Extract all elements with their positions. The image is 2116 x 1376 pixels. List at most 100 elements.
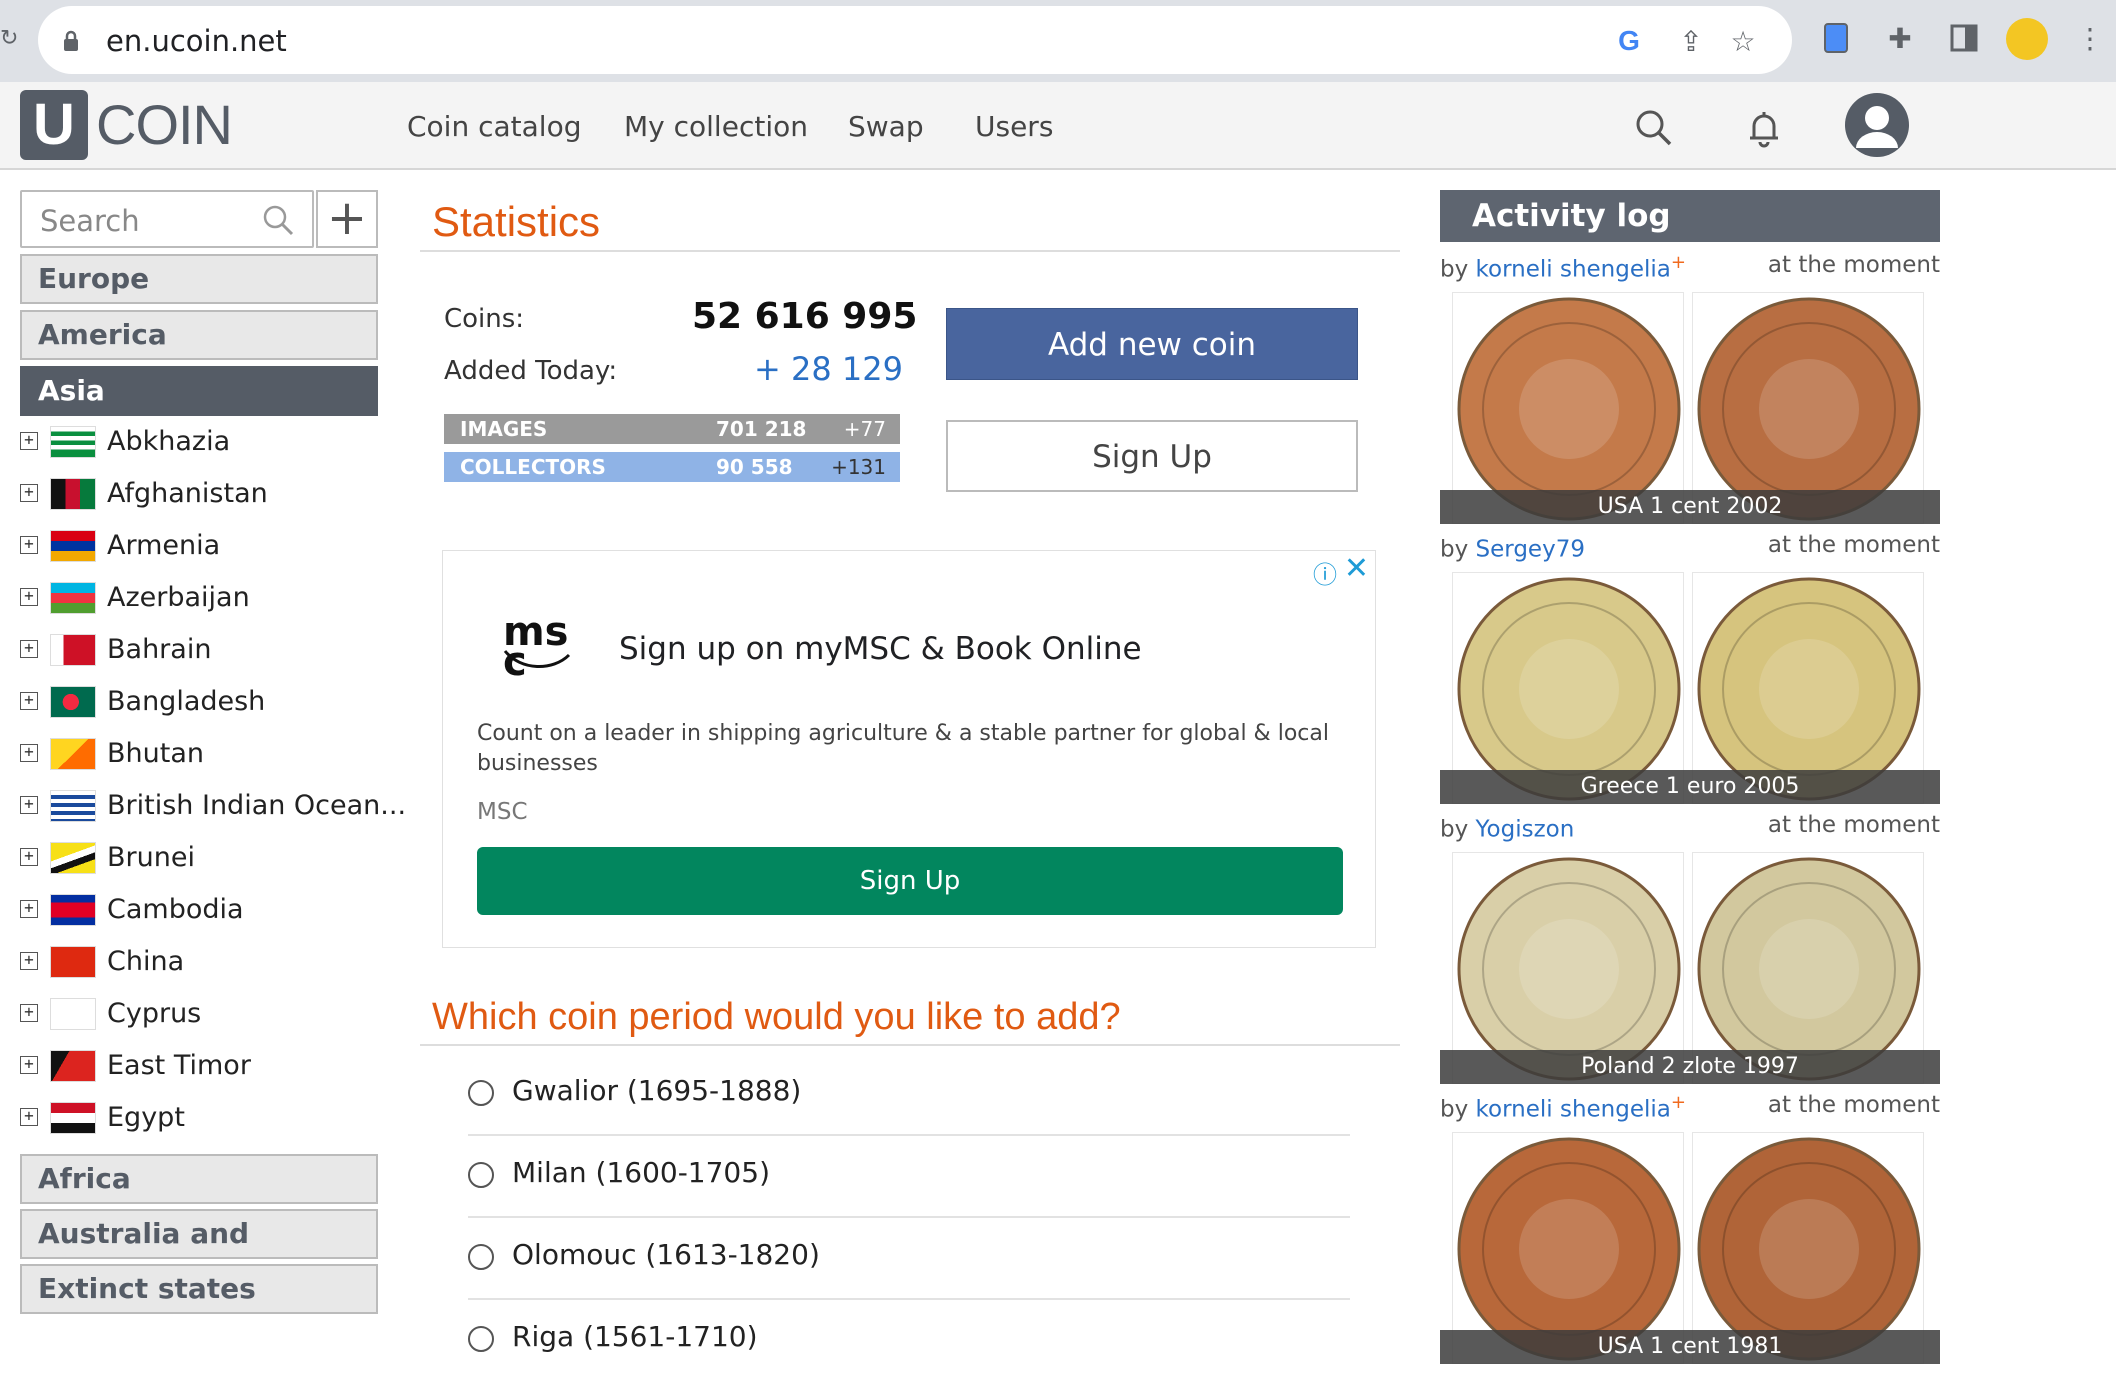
period-label[interactable]: Riga (1561-1710): [512, 1320, 758, 1353]
bell-icon[interactable]: [1740, 104, 1788, 152]
expand-icon[interactable]: +: [20, 588, 38, 606]
search-input[interactable]: Search: [20, 190, 314, 248]
activity-user-link[interactable]: Sergey79: [1476, 537, 1585, 563]
country-name[interactable]: Egypt: [107, 1102, 185, 1133]
expand-icon[interactable]: +: [20, 848, 38, 866]
search-icon[interactable]: [1630, 104, 1678, 152]
images-delta: +77: [843, 417, 886, 441]
country-item[interactable]: + Azerbaijan: [20, 576, 380, 620]
period-option[interactable]: Olomouc (1613-1820): [468, 1218, 1350, 1300]
period-option[interactable]: Milan (1600-1705): [468, 1136, 1350, 1218]
star-icon[interactable]: ☆: [1726, 24, 1760, 58]
country-item[interactable]: + Egypt: [20, 1096, 380, 1140]
share-icon[interactable]: ⇪: [1674, 24, 1708, 58]
magnifier-icon[interactable]: [260, 202, 296, 238]
expand-icon[interactable]: +: [20, 900, 38, 918]
period-label[interactable]: Gwalior (1695-1888): [512, 1074, 801, 1107]
radio-button[interactable]: [468, 1080, 494, 1106]
country-name[interactable]: Cyprus: [107, 998, 201, 1029]
country-item[interactable]: + Bangladesh: [20, 680, 380, 724]
country-name[interactable]: Bahrain: [107, 634, 211, 665]
ad-title[interactable]: Sign up on myMSC & Book Online: [619, 631, 1142, 667]
country-item[interactable]: + Armenia: [20, 524, 380, 568]
address-bar[interactable]: en.ucoin.net G ⇪ ☆: [38, 6, 1792, 74]
country-item[interactable]: + China: [20, 940, 380, 984]
activity-time: at the moment: [1767, 1092, 1940, 1118]
region-australia-oceania[interactable]: Australia and Oceania: [20, 1209, 378, 1296]
coin-caption[interactable]: USA 1 cent 2002: [1440, 490, 1940, 524]
coin-caption[interactable]: Poland 2 zlote 1997: [1440, 1050, 1940, 1084]
period-option[interactable]: Gwalior (1695-1888): [468, 1054, 1350, 1136]
expand-icon[interactable]: +: [20, 432, 38, 450]
country-item[interactable]: + Cyprus: [20, 992, 380, 1036]
country-name[interactable]: Afghanistan: [107, 478, 268, 509]
advertisement[interactable]: ⓘ ✕ msc Sign up on myMSC & Book Online C…: [442, 550, 1376, 948]
country-name[interactable]: Brunei: [107, 842, 195, 873]
country-name[interactable]: Cambodia: [107, 894, 244, 925]
user-avatar-icon[interactable]: [1844, 92, 1910, 158]
country-item[interactable]: + Brunei: [20, 836, 380, 880]
ad-sign-up-button[interactable]: Sign Up: [477, 847, 1343, 915]
period-label[interactable]: Olomouc (1613-1820): [512, 1238, 820, 1271]
extension-icon[interactable]: [1818, 20, 1854, 56]
country-item[interactable]: + Bhutan: [20, 732, 380, 776]
expand-icon[interactable]: +: [20, 484, 38, 502]
activity-user-link[interactable]: Yogiszon: [1476, 817, 1575, 843]
logo-mark[interactable]: U: [20, 90, 88, 160]
ad-close-icon[interactable]: ✕: [1344, 551, 1369, 586]
expand-icon[interactable]: +: [20, 640, 38, 658]
radio-button[interactable]: [468, 1162, 494, 1188]
country-name[interactable]: Armenia: [107, 530, 220, 561]
puzzle-icon[interactable]: ✚: [1882, 20, 1918, 56]
country-name[interactable]: East Timor: [107, 1050, 251, 1081]
country-name[interactable]: China: [107, 946, 184, 977]
country-name[interactable]: Bangladesh: [107, 686, 265, 717]
period-option[interactable]: Riga (1561-1710): [468, 1300, 1350, 1376]
nav-my-collection[interactable]: My collection: [624, 110, 808, 143]
country-item[interactable]: + British Indian Ocean...: [20, 784, 406, 828]
google-icon[interactable]: G: [1612, 24, 1646, 58]
region-asia[interactable]: Asia: [20, 366, 378, 416]
country-item[interactable]: + Bahrain: [20, 628, 380, 672]
radio-button[interactable]: [468, 1326, 494, 1352]
expand-icon[interactable]: +: [20, 796, 38, 814]
country-item[interactable]: + Cambodia: [20, 888, 380, 932]
sidepanel-icon[interactable]: [1946, 20, 1982, 56]
country-item[interactable]: + Afghanistan: [20, 472, 380, 516]
flag-icon: [50, 686, 96, 718]
country-name[interactable]: Abkhazia: [107, 426, 230, 457]
country-name[interactable]: British Indian Ocean...: [107, 790, 406, 821]
menu-dots-icon[interactable]: ⋮: [2072, 20, 2108, 56]
add-button[interactable]: +: [316, 190, 378, 248]
radio-button[interactable]: [468, 1244, 494, 1270]
country-name[interactable]: Bhutan: [107, 738, 204, 769]
country-item[interactable]: + East Timor: [20, 1044, 380, 1088]
nav-users[interactable]: Users: [975, 110, 1053, 143]
country-item[interactable]: + Abkhazia: [20, 420, 380, 464]
expand-icon[interactable]: +: [20, 692, 38, 710]
coin-caption[interactable]: USA 1 cent 1981: [1440, 1330, 1940, 1364]
activity-user-link[interactable]: korneli shengelia: [1476, 1097, 1671, 1123]
activity-user-link[interactable]: korneli shengelia: [1476, 257, 1671, 283]
period-label[interactable]: Milan (1600-1705): [512, 1156, 770, 1189]
expand-icon[interactable]: +: [20, 952, 38, 970]
expand-icon[interactable]: +: [20, 744, 38, 762]
ad-info-icon[interactable]: ⓘ: [1313, 555, 1337, 590]
country-name[interactable]: Azerbaijan: [107, 582, 250, 613]
nav-coin-catalog[interactable]: Coin catalog: [407, 110, 581, 143]
add-new-coin-button[interactable]: Add new coin: [946, 308, 1358, 380]
expand-icon[interactable]: +: [20, 536, 38, 554]
profile-avatar-icon[interactable]: [2006, 18, 2048, 60]
expand-icon[interactable]: +: [20, 1056, 38, 1074]
expand-icon[interactable]: +: [20, 1004, 38, 1022]
logo-text[interactable]: COIN: [96, 92, 233, 157]
region-europe[interactable]: Europe: [20, 254, 378, 304]
region-extinct-states[interactable]: Extinct states: [20, 1264, 378, 1314]
reload-icon[interactable]: ↻: [0, 26, 18, 51]
region-africa[interactable]: Africa: [20, 1154, 378, 1204]
region-america[interactable]: America: [20, 310, 378, 360]
coin-caption[interactable]: Greece 1 euro 2005: [1440, 770, 1940, 804]
expand-icon[interactable]: +: [20, 1108, 38, 1126]
sign-up-button[interactable]: Sign Up: [946, 420, 1358, 492]
nav-swap[interactable]: Swap: [848, 110, 924, 143]
